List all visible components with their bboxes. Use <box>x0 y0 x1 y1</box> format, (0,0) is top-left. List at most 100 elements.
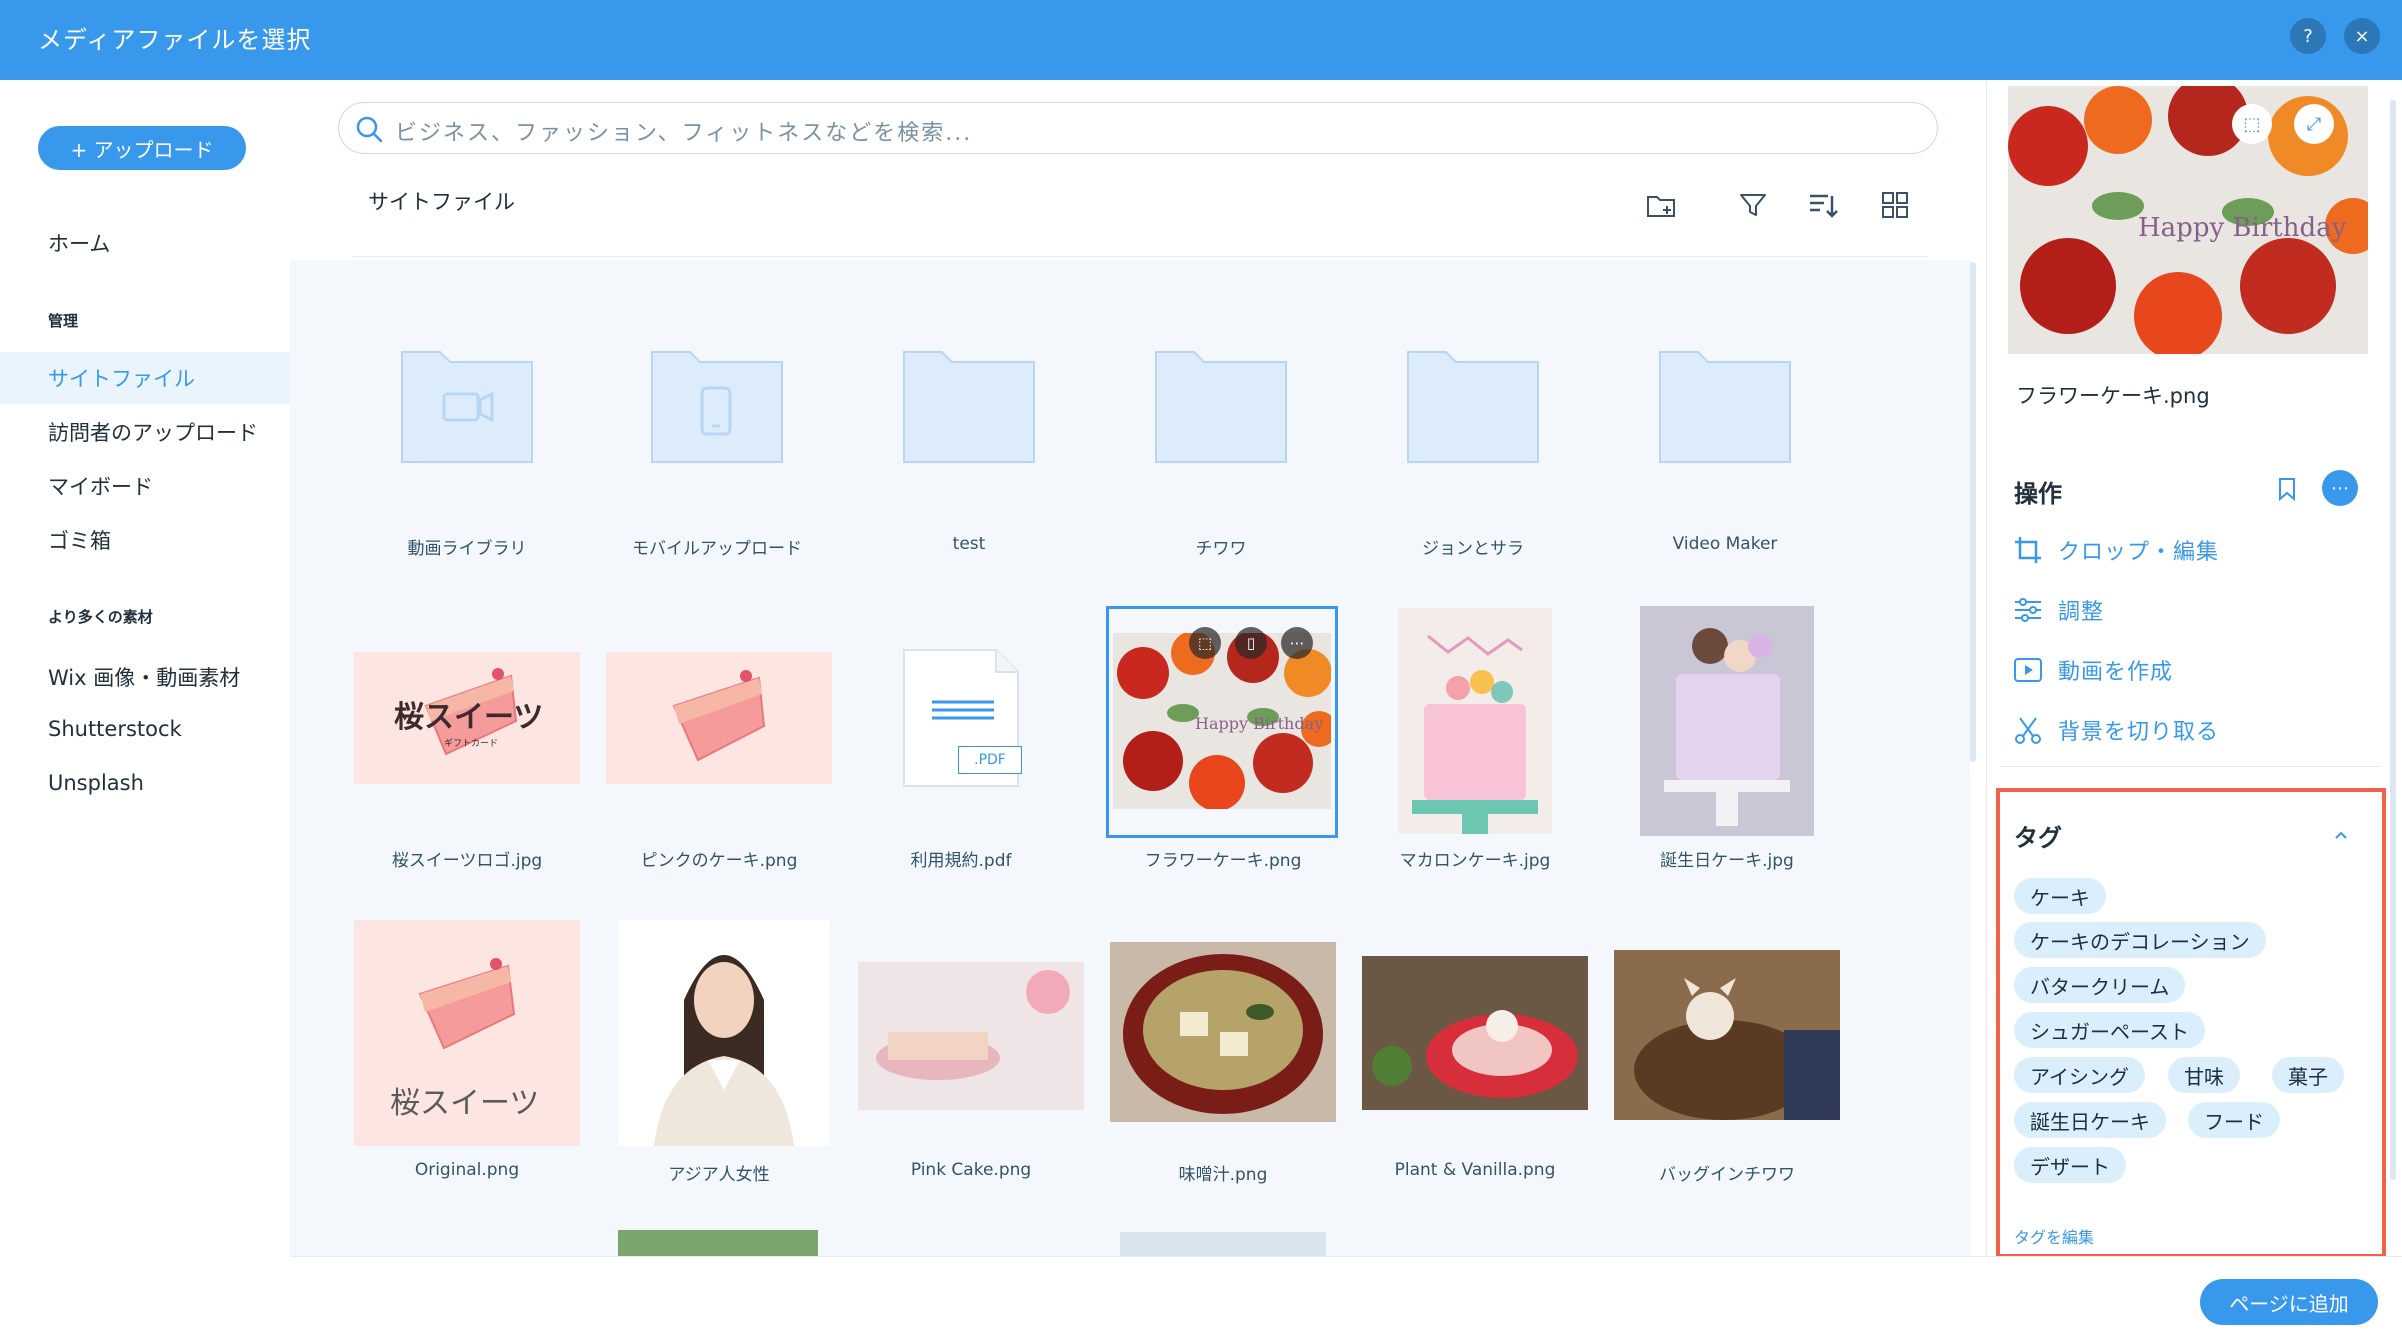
cake-slice-icon <box>672 670 766 762</box>
folder-video-maker[interactable] <box>1658 348 1792 468</box>
thumbnail-bag-chihuahua[interactable] <box>1614 950 1840 1120</box>
search-icon <box>356 116 383 143</box>
filter-icon[interactable] <box>1736 188 1770 222</box>
folder-icon <box>1155 351 1287 463</box>
sidebar-section-manage: 管理 <box>48 312 79 330</box>
thumbnail-original[interactable]: 桜スイーツ <box>354 920 580 1146</box>
upload-button[interactable]: + アップロード <box>38 126 246 170</box>
more-overlay-button[interactable]: ⋯ <box>1281 627 1313 659</box>
logo-subtext: ギフトカード <box>444 739 499 749</box>
sidebar-item-unsplash[interactable]: Unsplash <box>48 771 144 795</box>
preview-crop-button[interactable]: ⬚ <box>2232 104 2272 144</box>
file-label: マカロンケーキ.jpg <box>1399 851 1551 871</box>
thumbnail-pink-cake[interactable] <box>606 652 832 784</box>
toolbar-divider <box>352 256 1928 257</box>
logo-text: 桜スイーツ <box>390 1086 540 1121</box>
folder-label: test <box>952 534 986 554</box>
scissors-icon <box>2015 717 2041 744</box>
thumbnail-asian-woman[interactable] <box>618 920 830 1146</box>
folder-label: モバイルアップロード <box>632 539 802 559</box>
folder-mobile-uploads[interactable] <box>650 348 784 468</box>
chihuahua-bag-photo <box>1614 950 1840 1120</box>
sidebar-item-visitor-uploads[interactable]: 訪問者のアップロード <box>48 417 258 447</box>
tag-chip[interactable]: アイシング <box>2014 1057 2145 1093</box>
tag-chip[interactable]: バタークリーム <box>2014 967 2186 1003</box>
more-actions-button[interactable]: ⋯ <box>2322 470 2358 506</box>
preview-image: Happy Birthday ⬚ ⤢ <box>2008 86 2368 354</box>
tag-chip[interactable]: ケーキのデコレーション <box>2014 922 2266 958</box>
chevron-up-icon[interactable] <box>2330 824 2352 846</box>
pink-cake-photo <box>858 962 1084 1110</box>
folder-john-and-sara[interactable] <box>1406 348 1540 468</box>
thumbnail-sakura-logo[interactable]: 桜スイーツ ギフトカード <box>354 652 580 784</box>
sidebar-item-trash[interactable]: ゴミ箱 <box>48 525 111 555</box>
thumbnail-partial[interactable] <box>1120 1232 1326 1256</box>
file-label: Plant & Vanilla.png <box>1394 1160 1556 1180</box>
sidebar-item-shutterstock[interactable]: Shutterstock <box>48 717 182 741</box>
bookmark-overlay-button[interactable]: ▯ <box>1235 627 1267 659</box>
tag-chip[interactable]: シュガーペースト <box>2014 1012 2205 1048</box>
search-bar[interactable]: ビジネス、ファッション、フィットネスなどを検索... <box>338 102 1938 154</box>
file-label: 利用規約.pdf <box>910 851 1012 871</box>
file-label: バッグインチワワ <box>1659 1165 1795 1185</box>
adjust-icon <box>2015 598 2041 622</box>
sidebar-item-site-files[interactable]: サイトファイル <box>48 363 195 393</box>
search-input[interactable]: ビジネス、ファッション、フィットネスなどを検索... <box>395 115 972 147</box>
grid-view-icon[interactable] <box>1878 188 1912 222</box>
cake-script-text: Happy Birthday <box>2138 213 2347 243</box>
action-create-video[interactable]: 動画を作成 <box>2012 654 2173 686</box>
sidebar-item-my-boards[interactable]: マイボード <box>48 471 153 501</box>
breadcrumb: サイトファイル <box>368 190 515 214</box>
tag-chip[interactable]: 誕生日ケーキ <box>2014 1102 2166 1138</box>
cake-script-text: Happy Birthday <box>1195 714 1323 733</box>
new-folder-icon[interactable] <box>1645 188 1679 222</box>
cake-slice-icon <box>418 958 516 1050</box>
folder-video-library[interactable] <box>400 348 534 468</box>
edit-tags-link[interactable]: タグを編集 <box>2014 1224 2094 1248</box>
thumbnail-terms-pdf[interactable]: .PDF <box>902 648 1022 788</box>
footer-bar <box>290 1256 2402 1344</box>
folder-label: 動画ライブラリ <box>407 539 527 559</box>
crop-overlay-button[interactable]: ⬚ <box>1189 627 1221 659</box>
tag-chip[interactable]: フード <box>2188 1102 2280 1138</box>
action-remove-background[interactable]: 背景を切り取る <box>2012 714 2219 746</box>
bookmark-icon[interactable] <box>2276 476 2298 502</box>
add-to-page-button[interactable]: ページに追加 <box>2200 1279 2378 1325</box>
thumbnail-partial[interactable] <box>618 1230 818 1256</box>
file-label: ピンクのケーキ.png <box>640 851 798 871</box>
tag-chip[interactable]: 甘味 <box>2168 1057 2240 1093</box>
action-crop-edit[interactable]: クロップ・編集 <box>2012 534 2219 566</box>
panel-scrollbar[interactable] <box>2390 100 2396 1180</box>
thumbnail-macaron-cake[interactable] <box>1398 608 1552 834</box>
thumbnail-birthday-cake[interactable] <box>1640 606 1814 836</box>
logo-text: 桜スイーツ <box>394 700 544 735</box>
thumbnail-plant-vanilla[interactable] <box>1362 956 1588 1110</box>
sidebar-section-more: より多くの素材 <box>48 608 153 626</box>
sidebar-item-wix-media[interactable]: Wix 画像・動画素材 <box>48 662 240 692</box>
sidebar <box>0 80 290 1344</box>
folder-icon <box>1659 351 1791 463</box>
tag-chip[interactable]: 菓子 <box>2272 1057 2344 1093</box>
tag-chip[interactable]: ケーキ <box>2014 878 2106 914</box>
file-name: フラワーケーキ.png <box>2016 384 2210 408</box>
file-label: 桜スイーツロゴ.jpg <box>391 851 543 871</box>
thumbnail-flower-cake-selected[interactable]: Happy Birthday ⬚ ▯ ⋯ <box>1106 606 1338 838</box>
expand-icon[interactable]: ⤢ <box>2294 104 2334 144</box>
grid-scrollbar[interactable] <box>1970 262 1976 762</box>
tag-chip[interactable]: デザート <box>2014 1147 2126 1183</box>
folder-test[interactable] <box>902 348 1036 468</box>
folder-icon <box>651 351 783 463</box>
folder-chihuahua[interactable] <box>1154 348 1288 468</box>
thumbnail-pink-cake-photo[interactable] <box>858 962 1084 1110</box>
action-adjust[interactable]: 調整 <box>2012 594 2104 626</box>
close-button[interactable]: × <box>2344 18 2380 54</box>
sort-icon[interactable] <box>1806 188 1840 222</box>
action-label: 動画を作成 <box>2058 660 2174 685</box>
file-label: 味噌汁.png <box>1178 1165 1268 1185</box>
help-button[interactable]: ? <box>2290 18 2326 54</box>
folder-label: Video Maker <box>1672 534 1778 554</box>
thumbnail-miso-soup[interactable] <box>1110 942 1336 1122</box>
sidebar-item-home[interactable]: ホーム <box>48 228 110 258</box>
dialog-header: メディアファイルを選択 ? × <box>0 0 2402 80</box>
media-grid: 動画ライブラリ モバイルアップロード test チワワ ジョンとサラ Video… <box>290 260 1970 1256</box>
